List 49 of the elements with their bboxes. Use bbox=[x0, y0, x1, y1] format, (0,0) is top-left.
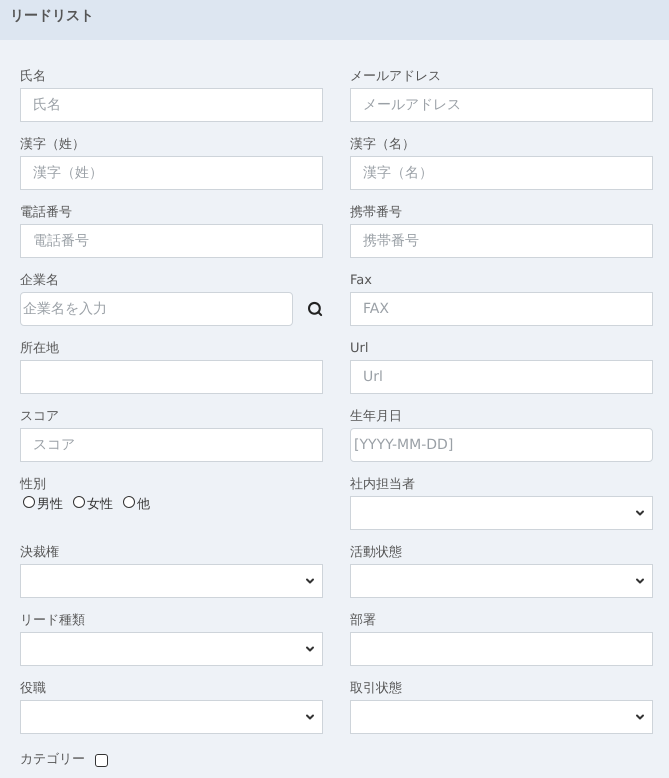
dropdown[interactable] bbox=[350, 564, 653, 598]
text-field[interactable]: 携帯番号 bbox=[350, 224, 653, 258]
field-label: 電話番号 bbox=[20, 204, 72, 222]
radio-button[interactable] bbox=[123, 496, 135, 508]
text-field[interactable]: FAX bbox=[350, 292, 653, 326]
field-label: カテゴリー bbox=[20, 751, 85, 769]
text-field[interactable] bbox=[350, 632, 653, 666]
dropdown[interactable] bbox=[350, 496, 653, 530]
text-field[interactable]: 電話番号 bbox=[20, 224, 323, 258]
search-icon[interactable] bbox=[306, 300, 323, 318]
field-label: 活動状態 bbox=[350, 544, 402, 562]
radio-label: 他 bbox=[137, 496, 150, 514]
field-label: Fax bbox=[350, 272, 372, 290]
field-label: 取引状態 bbox=[350, 680, 402, 698]
dropdown[interactable] bbox=[20, 564, 323, 598]
field-label: 携帯番号 bbox=[350, 204, 402, 222]
field-label: 決裁権 bbox=[20, 544, 59, 562]
date-field[interactable]: [YYYY-MM-DD] bbox=[350, 428, 653, 462]
field-label: 所在地 bbox=[20, 340, 59, 358]
field-label: 役職 bbox=[20, 680, 46, 698]
field-label: 生年月日 bbox=[350, 408, 402, 426]
field-label: リード種類 bbox=[20, 612, 85, 630]
field-label: スコア bbox=[20, 408, 59, 426]
field-label: 社内担当者 bbox=[350, 476, 415, 494]
text-field[interactable]: スコア bbox=[20, 428, 323, 462]
dropdown[interactable] bbox=[20, 700, 323, 734]
dropdown[interactable] bbox=[350, 700, 653, 734]
radio-label: 女性 bbox=[87, 496, 113, 514]
field-label: 企業名 bbox=[20, 272, 59, 290]
field-label: メールアドレス bbox=[350, 68, 441, 86]
search-field[interactable]: 企業名を入力 bbox=[20, 292, 293, 326]
field-label: 漢字（名） bbox=[350, 136, 415, 154]
text-field[interactable]: 氏名 bbox=[20, 88, 323, 122]
field-label: Url bbox=[350, 340, 368, 358]
text-field[interactable] bbox=[20, 360, 323, 394]
field-label: 性別 bbox=[20, 476, 46, 494]
checkbox[interactable] bbox=[95, 754, 108, 766]
dropdown[interactable] bbox=[20, 632, 323, 666]
field-label: 氏名 bbox=[20, 68, 46, 86]
radio-button[interactable] bbox=[23, 496, 35, 508]
field-label: 漢字（姓） bbox=[20, 136, 85, 154]
page-title: リードリスト bbox=[10, 7, 94, 26]
field-label: 部署 bbox=[350, 612, 376, 630]
text-field[interactable]: メールアドレス bbox=[350, 88, 653, 122]
text-field[interactable]: 漢字（名） bbox=[350, 156, 653, 190]
text-field[interactable]: Url bbox=[350, 360, 653, 394]
text-field[interactable]: 漢字（姓） bbox=[20, 156, 323, 190]
radio-button[interactable] bbox=[73, 496, 85, 508]
radio-label: 男性 bbox=[37, 496, 63, 514]
